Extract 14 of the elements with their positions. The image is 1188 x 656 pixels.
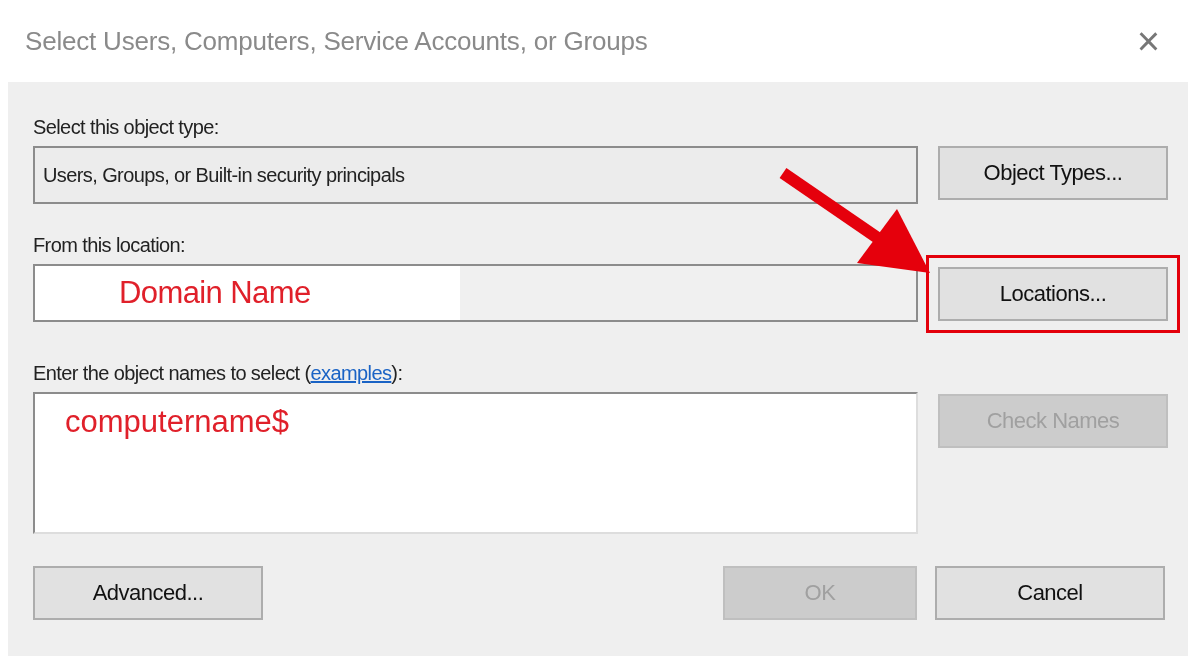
window-title: Select Users, Computers, Service Accounts, or Groups [25, 25, 648, 57]
annotation-text: computername$ [65, 404, 289, 439]
object-type-field: Users, Groups, or Built-in security principals [33, 146, 918, 204]
dialog-button[interactable]: Advanced... [33, 566, 263, 620]
field-label: Enter the object names to select (examples): [33, 362, 404, 386]
dialog-button[interactable]: Cancel [935, 566, 1165, 620]
dialog-button[interactable]: Locations... [938, 267, 1168, 321]
names-input-field[interactable]: computername$ [33, 392, 918, 534]
examples-link[interactable]: examples [310, 362, 392, 384]
field-label: Select this object type: [33, 116, 220, 140]
field-label: From this location: [33, 234, 186, 258]
close-icon[interactable]: × [1136, 21, 1160, 61]
annotation-text: Domain Name [118, 275, 311, 311]
dialog-button[interactable]: Object Types... [938, 146, 1168, 200]
